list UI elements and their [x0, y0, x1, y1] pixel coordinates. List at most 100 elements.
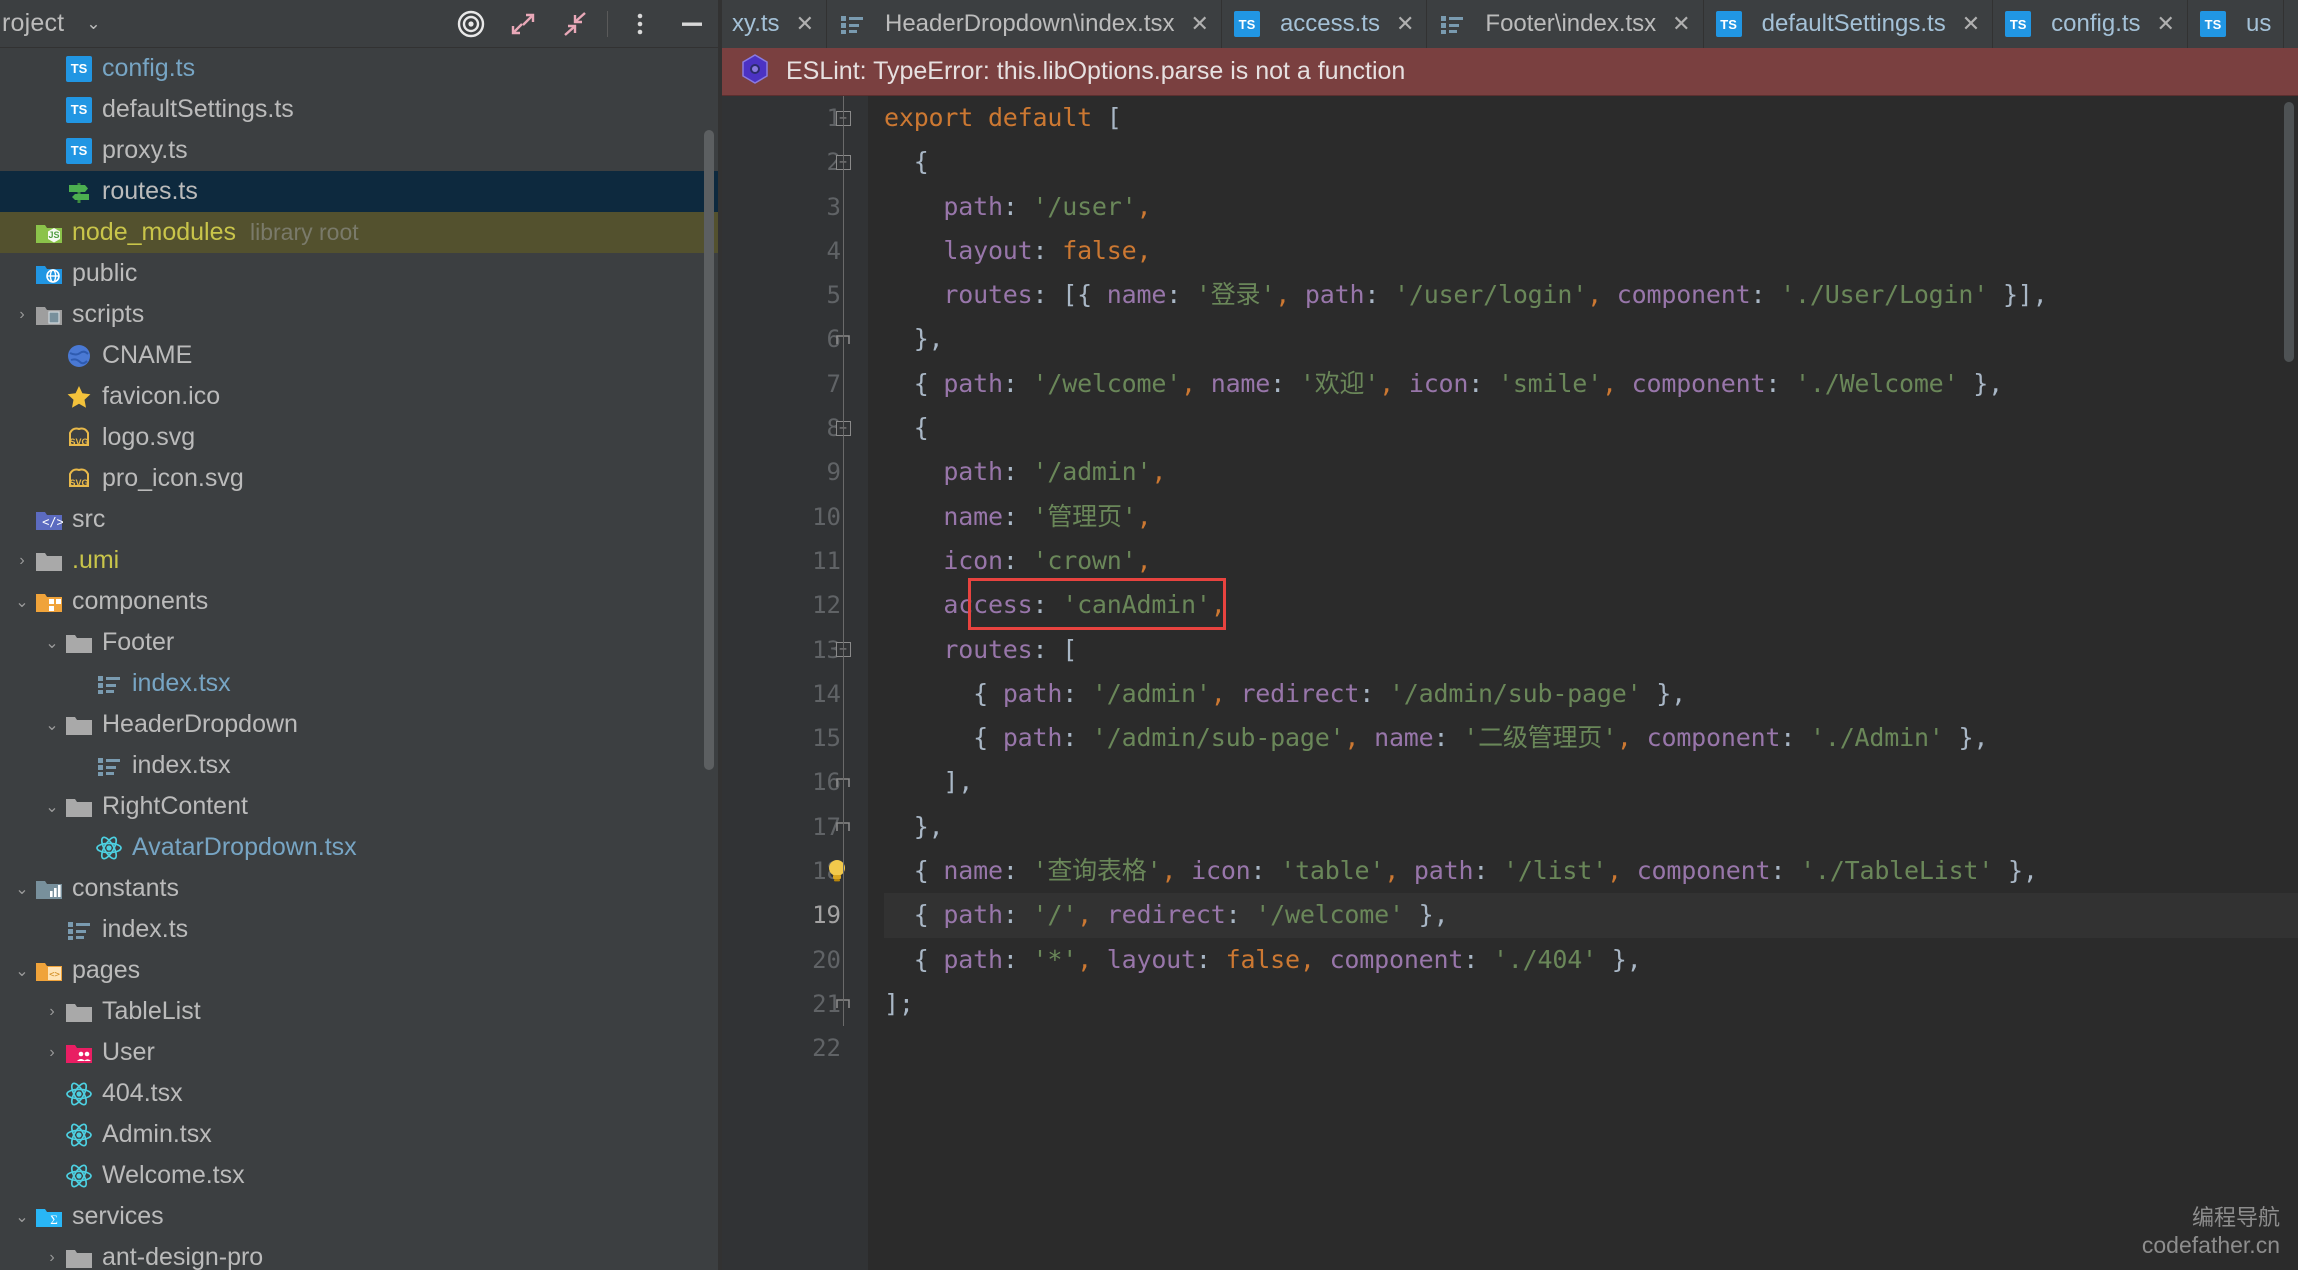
tree-row-components[interactable]: ⌄ components — [0, 581, 718, 622]
ide-window: roject ⌄ TS config.ts TS defaultSettings… — [0, 0, 2298, 1270]
tree-row-logo-svg[interactable]: SVG logo.svg — [0, 417, 718, 458]
close-icon[interactable]: ✕ — [1396, 11, 1414, 37]
code-token-str: 'table' — [1280, 856, 1385, 886]
editor-gutter[interactable]: 1−2−345678−910111213−141516171819202122 — [722, 96, 868, 1270]
chevron-down-icon[interactable]: ⌄ — [10, 879, 34, 899]
close-icon[interactable]: ✕ — [2157, 11, 2175, 37]
tree-row-services[interactable]: ⌄ Σservices — [0, 1196, 718, 1237]
code-line-21[interactable]: ]; — [884, 982, 2298, 1026]
chevron-down-icon[interactable]: ⌄ — [40, 633, 64, 653]
tree-row-config-ts[interactable]: TS config.ts — [0, 48, 718, 89]
tree-row-constants[interactable]: ⌄ constants — [0, 868, 718, 909]
chevron-right-icon[interactable]: › — [40, 1044, 64, 1062]
tree-row-proxy-ts[interactable]: TS proxy.ts — [0, 130, 718, 171]
tree-row-defaultsettings-ts[interactable]: TS defaultSettings.ts — [0, 89, 718, 130]
tree-row-routes-ts[interactable]: routes.ts — [0, 171, 718, 212]
tree-row-tablelist[interactable]: › TableList — [0, 991, 718, 1032]
code-token-punc: { — [884, 368, 944, 398]
editor-scrollbar[interactable] — [2284, 102, 2294, 362]
close-icon[interactable]: ✕ — [1191, 11, 1209, 37]
chevron-down-icon[interactable]: ⌄ — [40, 797, 64, 817]
tree-row-avatardropdown-tsx[interactable]: AvatarDropdown.tsx — [0, 827, 718, 868]
chevron-down-icon[interactable]: ⌄ — [10, 592, 34, 612]
code-line-3[interactable]: path: '/user', — [884, 185, 2298, 229]
chevron-right-icon[interactable]: › — [40, 1003, 64, 1021]
project-file-tree[interactable]: TS config.ts TS defaultSettings.ts TS proxy.t… — [0, 48, 718, 1270]
code-editor[interactable]: 1−2−345678−910111213−141516171819202122 … — [722, 96, 2298, 1270]
code-token-prop: routes — [884, 634, 1033, 664]
code-line-15[interactable]: { path: '/admin/sub-page', name: '二级管理页'… — [884, 716, 2298, 760]
code-line-2[interactable]: { — [884, 140, 2298, 184]
code-line-19[interactable]: { path: '/', redirect: '/welcome' }, — [884, 893, 2298, 938]
tree-row-welcome-tsx[interactable]: Welcome.tsx — [0, 1155, 718, 1196]
close-icon[interactable]: ✕ — [1672, 11, 1690, 37]
code-line-10[interactable]: name: '管理页', — [884, 495, 2298, 539]
tree-row-node-modules[interactable]: JS node_modules library root — [0, 212, 718, 253]
code-line-1[interactable]: export default [ — [884, 96, 2298, 140]
tree-row-pages[interactable]: ⌄ <> pages — [0, 950, 718, 991]
code-line-6[interactable]: }, — [884, 317, 2298, 361]
editor-code-content[interactable]: export default [ { path: '/user', layout… — [868, 96, 2298, 1270]
editor-tab-bar[interactable]: xy.ts ✕ HeaderDropdown\index.tsx ✕ TS access.… — [722, 0, 2298, 48]
more-options-icon[interactable] — [614, 0, 666, 48]
editor-tab-access-ts[interactable]: TS access.ts ✕ — [1222, 0, 1428, 48]
tree-row-footer[interactable]: ⌄ Footer — [0, 622, 718, 663]
tree-row-404-tsx[interactable]: 404.tsx — [0, 1073, 718, 1114]
tree-row-rightcontent[interactable]: ⌄ RightContent — [0, 786, 718, 827]
project-tree-scrollbar[interactable] — [704, 130, 714, 770]
constants-folder-icon — [34, 877, 64, 901]
intention-bulb-icon[interactable] — [822, 855, 852, 892]
chevron-down-icon[interactable]: ⌄ — [10, 961, 34, 981]
code-line-12[interactable]: access: 'canAdmin', — [884, 583, 2298, 627]
chevron-right-icon[interactable]: › — [10, 552, 34, 570]
code-line-14[interactable]: { path: '/admin', redirect: '/admin/sub-… — [884, 672, 2298, 716]
code-line-18[interactable]: { name: '查询表格', icon: 'table', path: '/l… — [884, 849, 2298, 893]
editor-tab-xy-ts[interactable]: xy.ts ✕ — [722, 0, 827, 48]
code-token-prop: name — [943, 856, 1003, 886]
editor-tab-footer-index-tsx[interactable]: Footer\index.tsx ✕ — [1427, 0, 1704, 48]
tree-row-scripts[interactable]: › scripts — [0, 294, 718, 335]
tree-row-pro-icon-svg[interactable]: SVG pro_icon.svg — [0, 458, 718, 499]
chevron-right-icon[interactable]: › — [40, 1249, 64, 1267]
tree-row--umi[interactable]: › .umi — [0, 540, 718, 581]
editor-tab-headerdropdown-index-tsx[interactable]: HeaderDropdown\index.tsx ✕ — [827, 0, 1222, 48]
tree-row-favicon-ico[interactable]: favicon.ico — [0, 376, 718, 417]
code-line-16[interactable]: ], — [884, 760, 2298, 804]
editor-tab-config-ts[interactable]: TS config.ts ✕ — [1993, 0, 2188, 48]
code-line-17[interactable]: }, — [884, 805, 2298, 849]
tree-row-index-tsx[interactable]: index.tsx — [0, 745, 718, 786]
tree-row-headerdropdown[interactable]: ⌄ HeaderDropdown — [0, 704, 718, 745]
editor-tab-defaultsettings-ts[interactable]: TS defaultSettings.ts ✕ — [1704, 0, 1994, 48]
chevron-down-icon[interactable]: ⌄ — [40, 715, 64, 735]
chevron-down-icon[interactable]: ⌄ — [10, 1207, 34, 1227]
close-icon[interactable]: ✕ — [796, 11, 814, 37]
expand-all-icon[interactable] — [497, 0, 549, 48]
hide-panel-icon[interactable] — [666, 0, 718, 48]
toolbar-divider — [607, 11, 608, 37]
code-line-13[interactable]: routes: [ — [884, 628, 2298, 672]
close-icon[interactable]: ✕ — [1962, 11, 1980, 37]
tree-row-index-ts[interactable]: index.ts — [0, 909, 718, 950]
tree-row-user[interactable]: › User — [0, 1032, 718, 1073]
tree-row-src[interactable]: </> src — [0, 499, 718, 540]
tree-row-admin-tsx[interactable]: Admin.tsx — [0, 1114, 718, 1155]
chevron-right-icon[interactable]: › — [10, 306, 34, 324]
code-line-7[interactable]: { path: '/welcome', name: '欢迎', icon: 's… — [884, 362, 2298, 406]
code-line-11[interactable]: icon: 'crown', — [884, 539, 2298, 583]
code-token-str: './404' — [1492, 944, 1597, 974]
code-line-4[interactable]: layout: false, — [884, 229, 2298, 273]
editor-tab-us[interactable]: TS us — [2188, 0, 2285, 48]
target-icon[interactable] — [445, 0, 497, 48]
collapse-all-icon[interactable] — [549, 0, 601, 48]
tree-item-label: node_modules — [72, 218, 237, 246]
code-line-8[interactable]: { — [884, 406, 2298, 450]
chevron-down-icon[interactable]: ⌄ — [86, 15, 100, 32]
tree-row-public[interactable]: public — [0, 253, 718, 294]
code-line-5[interactable]: routes: [{ name: '登录', path: '/user/logi… — [884, 273, 2298, 317]
tree-row-ant-design-pro[interactable]: › ant-design-pro — [0, 1237, 718, 1270]
code-line-20[interactable]: { path: '*', layout: false, component: '… — [884, 938, 2298, 982]
code-line-9[interactable]: path: '/admin', — [884, 450, 2298, 494]
tree-row-cname[interactable]: CNAME — [0, 335, 718, 376]
tree-row-index-tsx[interactable]: index.tsx — [0, 663, 718, 704]
code-line-22[interactable] — [884, 1026, 2298, 1070]
